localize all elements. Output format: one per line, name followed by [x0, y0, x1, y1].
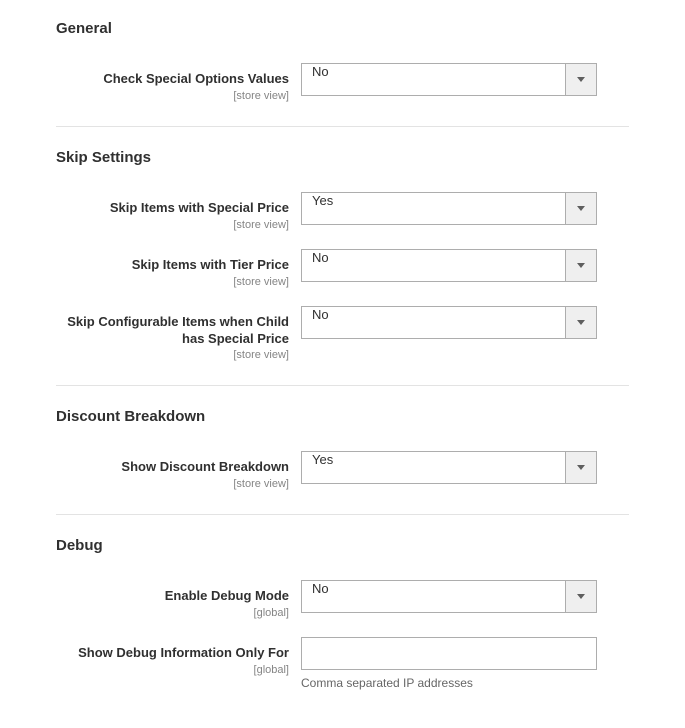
select-skip-config-child[interactable]: No: [301, 306, 597, 339]
field-show-breakdown: Show Discount Breakdown [store view] Yes: [56, 451, 629, 490]
section-title-skip: Skip Settings: [56, 149, 629, 166]
scope-skip-tier-price: [store view]: [56, 276, 289, 288]
label-enable-debug: Enable Debug Mode: [56, 588, 289, 605]
help-debug-ips: Comma separated IP addresses: [301, 676, 629, 690]
select-show-breakdown[interactable]: Yes: [301, 451, 597, 484]
scope-show-breakdown: [store view]: [56, 478, 289, 490]
field-skip-special-price: Skip Items with Special Price [store vie…: [56, 192, 629, 231]
label-show-breakdown: Show Discount Breakdown: [56, 459, 289, 476]
scope-skip-special-price: [store view]: [56, 219, 289, 231]
section-title-debug: Debug: [56, 537, 629, 554]
scope-debug-ips: [global]: [56, 664, 289, 676]
scope-check-special-options: [store view]: [56, 90, 289, 102]
input-debug-ips[interactable]: [301, 637, 597, 670]
select-check-special-options[interactable]: No: [301, 63, 597, 96]
label-skip-config-child: Skip Configurable Items when Child has S…: [56, 314, 289, 348]
scope-enable-debug: [global]: [56, 607, 289, 619]
label-skip-special-price: Skip Items with Special Price: [56, 200, 289, 217]
select-enable-debug[interactable]: No: [301, 580, 597, 613]
field-check-special-options: Check Special Options Values [store view…: [56, 63, 629, 102]
label-skip-tier-price: Skip Items with Tier Price: [56, 257, 289, 274]
label-check-special-options: Check Special Options Values: [56, 71, 289, 88]
select-skip-special-price[interactable]: Yes: [301, 192, 597, 225]
field-enable-debug: Enable Debug Mode [global] No: [56, 580, 629, 619]
section-title-discount: Discount Breakdown: [56, 408, 629, 425]
label-debug-ips: Show Debug Information Only For: [56, 645, 289, 662]
field-skip-config-child: Skip Configurable Items when Child has S…: [56, 306, 629, 362]
scope-skip-config-child: [store view]: [56, 349, 289, 361]
field-skip-tier-price: Skip Items with Tier Price [store view] …: [56, 249, 629, 288]
field-debug-ips: Show Debug Information Only For [global]…: [56, 637, 629, 690]
section-title-general: General: [56, 20, 629, 37]
select-skip-tier-price[interactable]: No: [301, 249, 597, 282]
